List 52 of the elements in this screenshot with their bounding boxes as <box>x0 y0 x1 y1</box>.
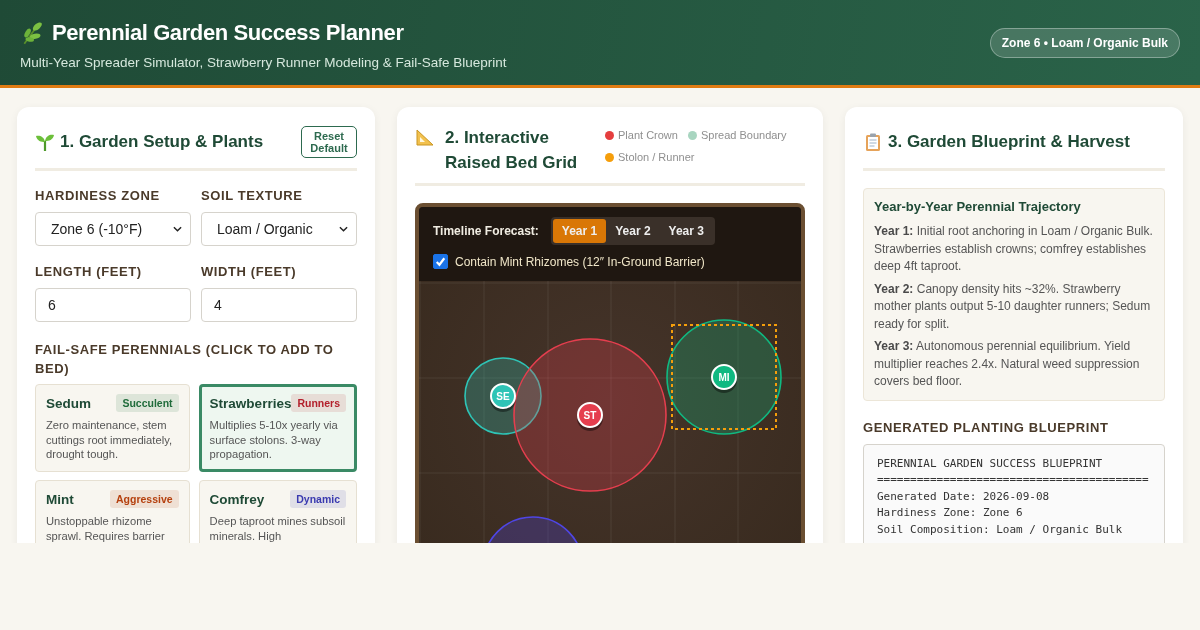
plant-card[interactable]: Mint Aggressive Unstoppable rhizome sprawl. Requires barrier <box>35 480 190 543</box>
plant-description: Deep taproot mines subsoil minerals. High <box>209 514 346 543</box>
year-tab[interactable]: Year 2 <box>606 219 660 243</box>
year-summary: Year 1: Initial root anchoring in Loam / Organic Bulk. Strawberries establish crowns; comfrey establishes deep 4ft taproot. <box>874 223 1154 275</box>
legend-label: Plant Crown <box>618 129 678 141</box>
plant-tag: Succulent <box>116 394 179 412</box>
reset-button[interactable]: Reset Default <box>301 126 357 158</box>
field-label: WIDTH (FEET) <box>201 264 298 279</box>
triangle-ruler-icon <box>415 127 435 147</box>
plant-card[interactable]: Sedum Succulent Zero maintenance, stem cuttings root immediately, drought tough. <box>35 384 190 472</box>
app-title: Perennial Garden Success Planner <box>52 19 404 46</box>
plant-tag: Dynamic <box>290 490 346 508</box>
plant-card[interactable]: Strawberries Runners Multiplies 5-10x yearly via surface stolons. 3-way propagation. <box>198 384 357 472</box>
select-field[interactable]: Zone 6 (-10°F) <box>35 212 191 246</box>
plant-name: Strawberries <box>209 395 292 411</box>
checkbox-label: Contain Mint Rhizomes (12″ In-Ground Barrier) <box>455 254 705 269</box>
field-label: HARDINESS ZONE <box>35 188 161 203</box>
legend-label: Stolon / Runner <box>618 151 695 163</box>
app-subtitle: Multi-Year Spreader Simulator, Strawberry Runner Modeling & Fail-Safe Blueprint <box>20 54 507 70</box>
plant-name: Comfrey <box>209 491 265 507</box>
plant-name: Mint <box>46 491 74 507</box>
timeline-label: Timeline Forecast: <box>433 224 539 238</box>
checkbox[interactable] <box>433 254 448 269</box>
section-title: 2. Interactive Raised Bed Grid <box>445 127 579 174</box>
plant-card[interactable]: Comfrey Dynamic Deep taproot mines subsoil minerals. High <box>198 480 357 543</box>
section-title: 3. Garden Blueprint & Harvest <box>888 132 1130 152</box>
year-summary: Year 2: Canopy density hits ~32%. Strawberry mother plants output 5-10 daughter runners; Sedum ready for split. <box>874 280 1152 333</box>
plant-tag: Runners <box>291 394 346 412</box>
bed-grid-drawing: SE ST MI <box>419 281 801 543</box>
select-field[interactable]: Loam / Organic <box>201 212 357 246</box>
seedling-icon <box>35 132 55 152</box>
field-label: SOIL TEXTURE <box>201 188 304 203</box>
plant-tag: Aggressive <box>110 490 179 508</box>
clipboard-icon <box>863 132 883 152</box>
plant-name: Sedum <box>46 395 91 411</box>
section-label: FAIL-SAFE PERENNIALS (CLICK TO ADD TO BED) <box>35 341 335 378</box>
blueprint-text: PERENNIAL GARDEN SUCCESS BLUEPRINT ========================================= Generated Date: 2026-09-08 Hardiness Zone: Zone 6 Soil Composition: Loam / Organic Bulk <box>863 443 1165 543</box>
legend-label: Spread Boundary <box>700 129 787 141</box>
year-tab[interactable]: Year 3 <box>659 219 713 243</box>
plant-description: Zero maintenance, stem cuttings root immediately, drought tough. <box>46 418 173 462</box>
section-label: GENERATED PLANTING BLUEPRINT <box>863 418 1110 437</box>
plant-description: Unstoppable rhizome sprawl. Requires barrier <box>46 514 166 543</box>
input-field[interactable]: 6 <box>35 288 191 322</box>
chevron-down-icon <box>173 226 182 232</box>
field-label: LENGTH (FEET) <box>35 264 143 279</box>
plant-description: Multiplies 5-10x yearly via surface stolons. 3-way propagation. <box>209 418 339 462</box>
zone-badge: Zone 6 • Loam / Organic Bulk <box>989 27 1180 58</box>
chevron-down-icon <box>339 226 348 232</box>
section-title: 1. Garden Setup & Plants <box>60 132 264 152</box>
year-summary: Year 3: Autonomous perennial equilibrium. Yield multiplier reaches 2.4x. Natural weed suppression covers bed floor. <box>874 338 1141 390</box>
input-field[interactable]: 4 <box>201 288 357 322</box>
panel-title: Year-by-Year Perennial Trajectory <box>874 199 1082 214</box>
